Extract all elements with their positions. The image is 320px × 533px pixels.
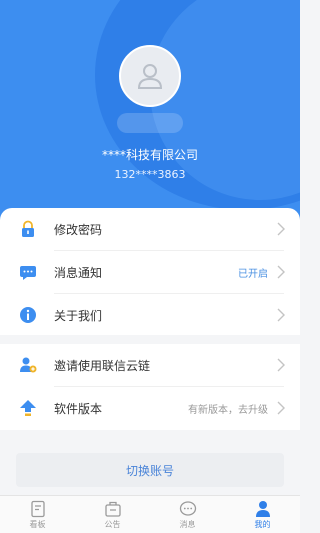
menu-item-change-password[interactable]: 修改密码 bbox=[0, 208, 300, 250]
avatar-shadow bbox=[117, 113, 183, 133]
menu-item-label: 软件版本 bbox=[54, 401, 103, 416]
menu-item-label: 关于我们 bbox=[54, 308, 103, 323]
chat-icon bbox=[179, 501, 196, 516]
menu-item-invite[interactable]: 邀请使用联信云链 bbox=[0, 344, 300, 386]
invite-user-icon bbox=[20, 357, 37, 373]
profile-header: ****科技有限公司 132****3863 bbox=[0, 0, 300, 230]
user-avatar-icon bbox=[137, 64, 163, 89]
tab-label: 看板 bbox=[29, 520, 46, 529]
settings-group-app: 邀请使用联信云链 软件版本 有新版本，去升级 bbox=[0, 344, 300, 430]
info-icon bbox=[20, 307, 36, 323]
profile-icon bbox=[255, 501, 270, 517]
menu-item-about-us[interactable]: 关于我们 bbox=[0, 294, 300, 336]
upgrade-icon bbox=[20, 400, 36, 416]
chevron-right-icon bbox=[277, 401, 285, 415]
settings-group-account: 修改密码 消息通知 已开启 关于我们 bbox=[0, 208, 300, 335]
tab-label: 我的 bbox=[254, 520, 271, 529]
phone-number: 132****3863 bbox=[114, 168, 186, 181]
tab-messages[interactable]: 消息 bbox=[150, 496, 225, 533]
switch-account-button[interactable]: 切换账号 bbox=[16, 453, 284, 487]
menu-item-label: 消息通知 bbox=[54, 265, 103, 280]
tab-label: 消息 bbox=[179, 520, 196, 529]
chevron-right-icon bbox=[277, 308, 285, 322]
chevron-right-icon bbox=[277, 222, 285, 236]
chevron-right-icon bbox=[277, 358, 285, 372]
tab-announcement[interactable]: 公告 bbox=[75, 496, 150, 533]
tab-profile[interactable]: 我的 bbox=[225, 496, 300, 533]
tab-label: 公告 bbox=[104, 520, 121, 529]
bottom-tab-bar: 看板 公告 消息 我的 bbox=[0, 495, 300, 533]
menu-item-notifications[interactable]: 消息通知 已开启 bbox=[0, 251, 300, 293]
menu-item-software-version[interactable]: 软件版本 有新版本，去升级 bbox=[0, 387, 300, 429]
notification-status: 已开启 bbox=[238, 268, 268, 280]
company-name: ****科技有限公司 bbox=[101, 148, 198, 162]
lock-icon bbox=[22, 220, 34, 237]
chevron-right-icon bbox=[277, 265, 285, 279]
avatar[interactable] bbox=[119, 45, 181, 107]
menu-item-label: 邀请使用联信云链 bbox=[54, 358, 151, 373]
menu-item-label: 修改密码 bbox=[54, 222, 103, 237]
tab-dashboard[interactable]: 看板 bbox=[0, 496, 75, 533]
message-icon bbox=[20, 266, 36, 280]
announcement-icon bbox=[104, 501, 121, 517]
upgrade-hint: 有新版本，去升级 bbox=[188, 404, 268, 416]
dashboard-icon bbox=[30, 500, 45, 518]
